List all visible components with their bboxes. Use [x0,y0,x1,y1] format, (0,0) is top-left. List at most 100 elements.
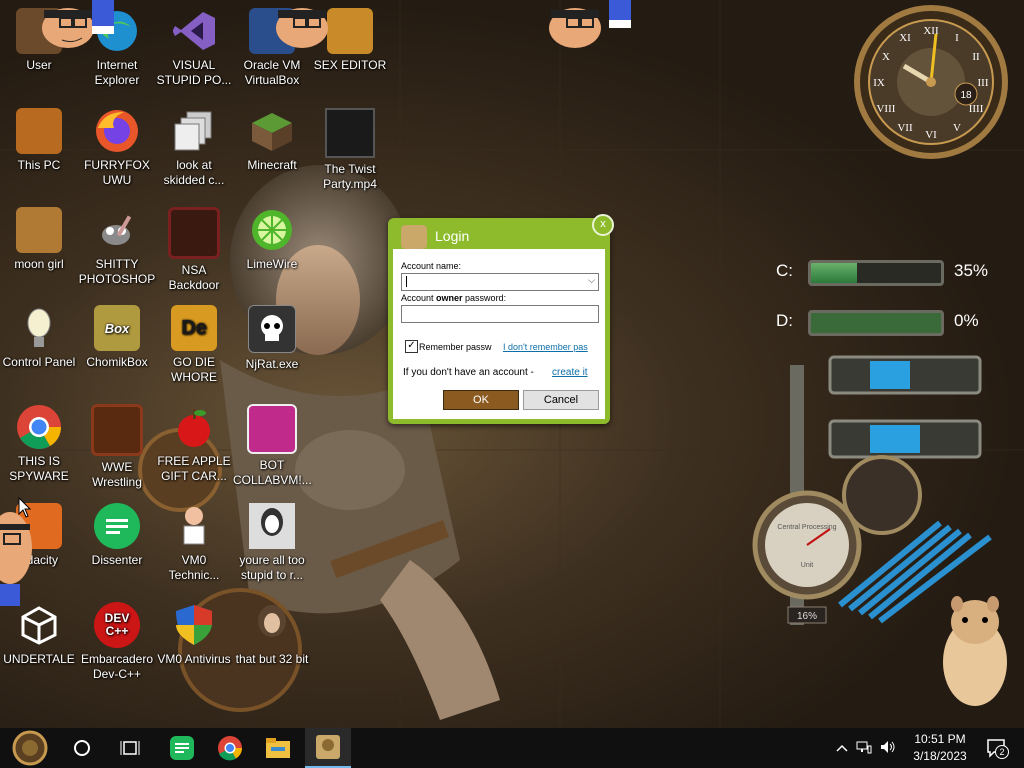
desktop-icon-this-pc[interactable]: This PC [0,108,78,173]
account-name-label: Account name: [401,261,462,271]
lamp-icon [16,305,62,351]
owner-password-field[interactable] [401,305,599,323]
chomikbox-app-icon [401,225,427,249]
clock-numeral: III [978,77,989,89]
drive-d-bar [808,310,944,336]
desktop-icon-njrat[interactable]: NjRat.exe [233,305,311,372]
desktop-icon-go-die[interactable]: De GO DIE WHORE [155,305,233,385]
clock-time: 10:51 PM [914,732,966,746]
clock-numeral: VIII [876,103,895,115]
desktop-icon-32-bit[interactable]: that but 32 bit [233,602,311,667]
desktop-icon-twist-party[interactable]: The Twist Party.mp4 [311,108,389,192]
chevron-down-icon[interactable]: ⌵ [588,275,595,286]
login-dialog: Login x Account name: ⌵ Account owner pa… [388,214,614,424]
portrait2-icon [249,602,295,648]
files-icon [171,108,217,154]
desktop-icon-control-panel[interactable]: Control Panel [0,305,78,370]
action-center-button[interactable]: 2 [982,728,1012,768]
file-explorer-icon [266,738,290,758]
taskbar: 10:51 PM 3/18/2023 2 [0,728,1024,768]
desktop-icon-visual-studio[interactable]: VISUAL STUPID PO... [155,8,233,88]
desktop-icon-undertale[interactable]: UNDERTALE [0,602,78,667]
cortana-icon [74,740,90,756]
clock-numeral: XI [899,32,911,44]
account-name-combobox[interactable]: ⌵ [401,273,599,291]
drive-d-label: D: [776,311,793,330]
volume-icon[interactable] [880,740,896,757]
folder-icon [16,207,62,253]
cartoon-face-icon [609,0,631,28]
create-account-link[interactable]: create it [552,367,588,378]
drive-c-bar [808,260,944,286]
chomikbox-icon: Box [94,305,140,351]
firefox-icon [94,108,140,154]
clock[interactable]: 10:51 PM 3/18/2023 [910,728,970,768]
desktop-icon-nsa-backdoor[interactable]: NSA Backdoor [155,207,233,293]
unity-icon [16,602,62,648]
clock-numeral: IX [873,77,885,89]
drive-c-meter: C: 35% [744,258,994,286]
desktop-icon-dissenter[interactable]: Dissenter [78,503,156,568]
clock-widget: 18 XIIIIIIIIIIIIVVIVIIVIIIIXXXI [854,5,1008,159]
desktop-icon-moon-girl[interactable]: moon girl [0,207,78,272]
desktop-icon-bot-collabvm[interactable]: BOT COLLABVM!... [233,404,312,488]
desktop-icon-shitty-photoshop[interactable]: SHITTY PHOTOSHOP [78,207,156,287]
chrome-icon [16,404,62,450]
chomikbox-icon [316,735,340,759]
notification-count-badge: 2 [995,745,1009,759]
clock-numeral: XII [923,25,939,37]
clock-numeral: II [972,51,980,63]
taskbar-file-explorer[interactable] [256,728,300,768]
forgot-password-link[interactable]: I don't remember pas [503,342,588,352]
limewire-icon [249,207,295,253]
cartoon-face-icon [276,8,328,48]
drive-c-percent: 35% [954,261,989,280]
desktop-icon-vm0-antivirus[interactable]: VM0 Antivirus [155,602,233,667]
taskbar-dissenter[interactable] [160,728,204,768]
backdoor-icon [168,207,220,259]
close-button[interactable]: x [592,214,614,236]
shield-icon [171,602,217,648]
hamster-icon [943,596,1007,706]
clock-numeral: IIII [969,103,984,115]
desktop-icon-vm0-technic[interactable]: VM0 Technic... [155,503,233,583]
desktop-icon-skidded[interactable]: look at skidded c... [155,108,233,188]
ok-button[interactable]: OK [443,390,519,410]
apple-icon [171,404,217,450]
bot-icon [247,404,297,454]
gimp-icon [94,207,140,253]
owner-password-label: Account owner password: [401,293,507,303]
remember-password-label[interactable]: Remember passw [419,342,492,352]
taskbar-chrome[interactable] [208,728,252,768]
clock-numeral: VII [897,122,913,134]
desktop-icon-youre-all-too-stupid[interactable]: youre all too stupid to r... [233,503,311,583]
dialog-title: Login [435,228,470,244]
cortana-button[interactable] [62,728,102,768]
skull-icon [248,305,296,353]
video-icon [325,108,375,158]
task-view-button[interactable] [110,728,150,768]
desktop-icon-furryfox[interactable]: FURRYFOX UWU [78,108,156,188]
devcpp-icon: DEV C++ [94,602,140,648]
taskbar-chomikbox-active[interactable] [305,728,351,768]
desktop-icon-chomikbox[interactable]: Box ChomikBox [78,305,156,370]
text-caret [406,276,407,287]
desktop-icon-dev-cpp[interactable]: DEV C++ Embarcadero Dev-C++ [78,602,156,682]
cartoon-face-icon [549,8,601,48]
desktop-icon-free-apple[interactable]: FREE APPLE GIFT CAR... [155,404,233,484]
remember-password-checkbox[interactable]: ✓ [405,340,418,353]
portrait-icon [249,503,295,549]
desktop-icon-chrome-spyware[interactable]: THIS IS SPYWARE [0,404,78,484]
network-icon[interactable] [856,740,872,757]
chevron-up-icon[interactable] [836,741,848,755]
cancel-button[interactable]: Cancel [523,390,599,410]
start-button[interactable] [8,728,52,768]
desktop-icon-minecraft[interactable]: Minecraft [233,108,311,173]
visual-studio-icon [171,8,217,54]
vm0-icon [171,503,217,549]
desktop-icon-wwe-wrestling[interactable]: WWE Wrestling [78,404,156,490]
desktop-icon-limewire[interactable]: LimeWire [233,207,311,272]
task-view-icon [120,741,140,755]
drive-d-percent: 0% [954,311,979,330]
clock-date: 18 [960,90,972,101]
